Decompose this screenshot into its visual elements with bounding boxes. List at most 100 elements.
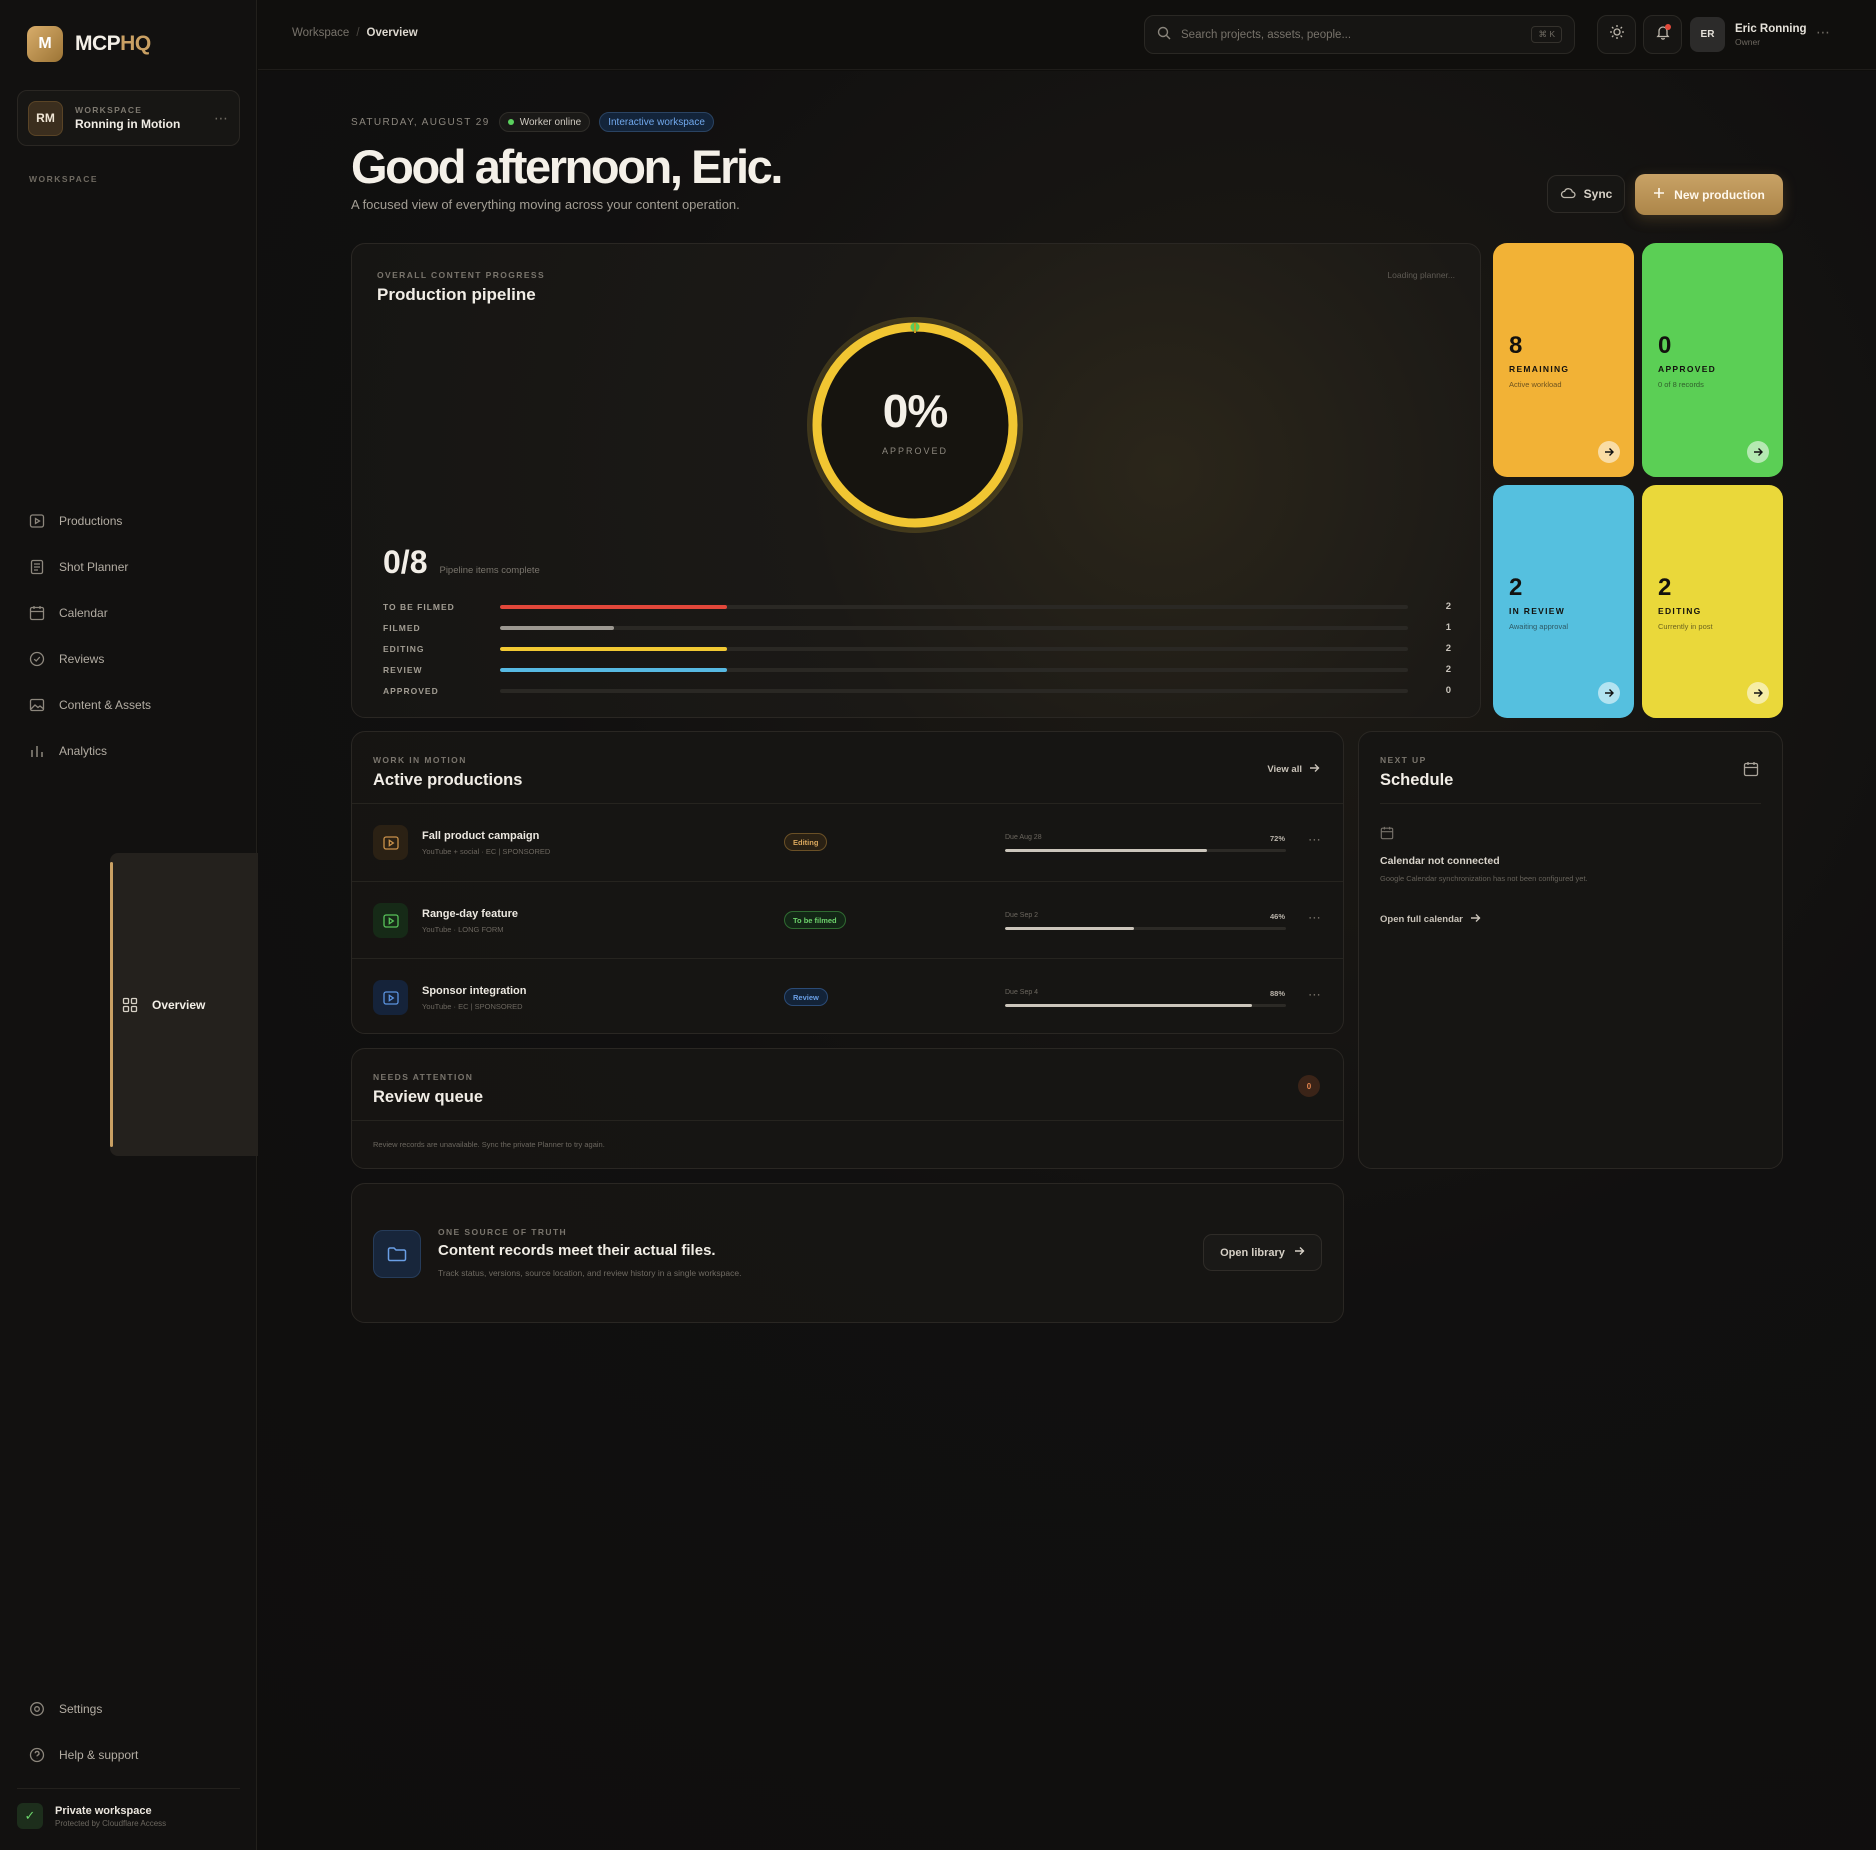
arrow-right-icon <box>1294 1246 1305 1259</box>
arrow-right-icon[interactable] <box>1598 441 1620 463</box>
status-badge: Editing <box>784 833 828 851</box>
more-icon[interactable]: ⋯ <box>1308 910 1322 926</box>
worker-status-badge: Worker online <box>498 112 591 132</box>
more-icon[interactable]: ⋯ <box>1816 24 1830 41</box>
content-library-card: ONE SOURCE OF TRUTH Content records meet… <box>351 1183 1344 1323</box>
stage-row-review[interactable]: REVIEW 2 <box>383 659 1451 680</box>
divider <box>1380 803 1761 804</box>
sidebar-item-help[interactable]: Help & support <box>17 1733 240 1776</box>
calendar-icon <box>29 605 45 621</box>
brand-logo[interactable]: M MCPHQ <box>27 26 151 62</box>
production-pipeline-card: OVERALL CONTENT PROGRESS Production pipe… <box>351 243 1481 718</box>
arrow-right-icon[interactable] <box>1747 441 1769 463</box>
breadcrumb-root[interactable]: Workspace <box>292 27 349 39</box>
logo-text: MCPHQ <box>75 32 151 55</box>
pipeline-stage-bars: TO BE FILMED 2 FILMED 1 EDITING 2 REVIEW… <box>383 596 1451 701</box>
table-row[interactable]: Fall product campaign YouTube + social ·… <box>352 804 1343 881</box>
due-date: Due Sep 4 <box>1005 989 1039 996</box>
stat-caption: Currently in post <box>1658 622 1713 631</box>
status-badge: Review <box>784 988 828 1006</box>
arrow-right-icon[interactable] <box>1598 682 1620 704</box>
stage-row-filmed[interactable]: FILMED 1 <box>383 617 1451 638</box>
stage-row-approved[interactable]: APPROVED 0 <box>383 680 1451 701</box>
stat-card-in-review[interactable]: 2 IN REVIEW Awaiting approval <box>1493 485 1634 718</box>
stage-row-editing[interactable]: EDITING 2 <box>383 638 1451 659</box>
pipeline-title: Production pipeline <box>377 285 536 304</box>
progress-fill <box>1005 927 1135 930</box>
arrow-right-icon[interactable] <box>1747 682 1769 704</box>
approval-percentage: 0% <box>882 385 948 437</box>
pipeline-count: 0/8 Pipeline items complete <box>383 544 540 581</box>
review-title: Review queue <box>373 1088 484 1106</box>
sync-button[interactable]: Sync <box>1547 175 1625 213</box>
stat-value: 2 <box>1509 574 1523 601</box>
progress-track <box>1005 927 1286 930</box>
stat-label: IN REVIEW <box>1509 606 1566 616</box>
active-kicker: WORK IN MOTION <box>373 755 467 765</box>
table-row[interactable]: Sponsor integration YouTube · EC | SPONS… <box>352 959 1343 1036</box>
stage-fill <box>500 604 727 609</box>
pipeline-count-caption: Pipeline items complete <box>439 565 540 576</box>
stage-label: EDITING <box>383 643 425 654</box>
library-kicker: ONE SOURCE OF TRUTH <box>438 1227 568 1237</box>
workspace-avatar: RM <box>28 100 63 136</box>
stat-card-editing[interactable]: 2 EDITING Currently in post <box>1642 485 1783 718</box>
page-subtitle: A focused view of everything moving acro… <box>351 197 740 212</box>
calendar-icon[interactable] <box>1743 761 1759 782</box>
stage-row-to-be-filmed[interactable]: TO BE FILMED 2 <box>383 596 1451 617</box>
approval-label: APPROVED <box>881 446 948 456</box>
sidebar-item-label: Settings <box>59 1701 103 1716</box>
more-icon[interactable]: ⋯ <box>1308 832 1322 848</box>
sidebar-item-label: Shot Planner <box>59 559 129 574</box>
stat-card-approved[interactable]: 0 APPROVED 0 of 8 records <box>1642 243 1783 477</box>
table-row[interactable]: Range-day feature YouTube · LONG FORM To… <box>352 882 1343 959</box>
new-production-button[interactable]: New production <box>1635 174 1783 215</box>
stat-card-remaining[interactable]: 8 REMAINING Active workload <box>1493 243 1634 477</box>
calendar-status-title: Calendar not connected <box>1380 855 1500 867</box>
grid-icon <box>122 997 138 1013</box>
stage-label: REVIEW <box>383 664 423 675</box>
avatar: ER <box>1690 17 1725 52</box>
topbar: Workspace / Overview Search projects, asse… <box>258 0 1876 70</box>
breadcrumb: Workspace / Overview <box>292 27 418 39</box>
sidebar-item-shot-planner[interactable]: Shot Planner <box>17 545 240 588</box>
current-date: SATURDAY, AUGUST 29 <box>351 116 490 128</box>
plus-icon <box>1653 187 1665 202</box>
sidebar-item-content-assets[interactable]: Content & Assets <box>17 683 240 726</box>
video-icon <box>373 980 408 1015</box>
search-icon <box>1157 26 1171 43</box>
calendar-status-subtitle: Google Calendar synchronization has not … <box>1380 874 1588 883</box>
main-content: SATURDAY, AUGUST 29 Worker online Intera… <box>258 71 1876 1850</box>
open-calendar-link[interactable]: Open full calendar <box>1380 913 1588 926</box>
search-input[interactable]: Search projects, assets, people... ⌘ K <box>1144 15 1575 54</box>
sidebar-item-analytics[interactable]: Analytics <box>17 729 240 772</box>
more-icon[interactable]: ⋯ <box>1308 987 1322 1003</box>
logo-mark: M <box>27 26 63 62</box>
more-icon[interactable]: ⋯ <box>214 110 229 127</box>
schedule-kicker: NEXT UP <box>1380 755 1427 765</box>
sidebar-item-reviews[interactable]: Reviews <box>17 637 240 680</box>
divider <box>352 1120 1343 1121</box>
review-empty-message: Review records are unavailable. Sync the… <box>373 1140 605 1149</box>
workspace-switcher[interactable]: RM WORKSPACE Ronning in Motion ⋯ <box>17 90 240 146</box>
notifications-button[interactable] <box>1643 15 1682 54</box>
breadcrumb-separator: / <box>356 27 360 39</box>
status-dot-icon <box>507 119 514 125</box>
workspace-kicker: WORKSPACE <box>75 105 143 115</box>
sidebar-item-settings[interactable]: Settings <box>17 1687 240 1730</box>
progress-percent: 46% <box>1270 912 1286 921</box>
user-menu[interactable]: ER Eric Ronning Owner <box>1690 17 1807 52</box>
stage-track <box>500 604 1408 609</box>
stage-value: 2 <box>1445 601 1451 612</box>
sidebar-item-productions[interactable]: Productions <box>17 499 240 542</box>
view-all-link[interactable]: View all <box>1267 763 1320 776</box>
progress-percent: 72% <box>1270 834 1286 843</box>
open-library-button[interactable]: Open library <box>1203 1234 1322 1271</box>
stat-label: REMAINING <box>1509 364 1570 374</box>
cloud-icon <box>1560 186 1576 203</box>
progress-fill <box>1005 849 1208 852</box>
sidebar-item-calendar[interactable]: Calendar <box>17 591 240 634</box>
private-workspace-status: ✓ Private workspace Protected by Cloudfl… <box>17 1788 240 1829</box>
theme-toggle-button[interactable] <box>1597 15 1636 54</box>
sidebar: M MCPHQ RM WORKSPACE Ronning in Motion ⋯… <box>0 0 1103 1850</box>
